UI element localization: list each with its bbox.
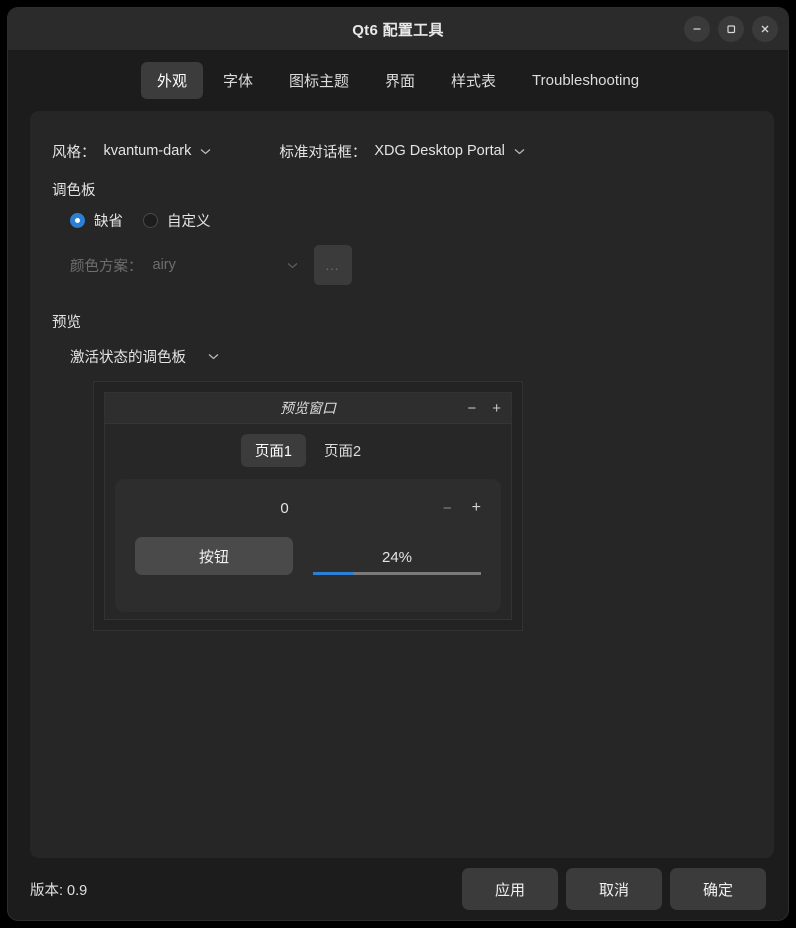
color-scheme-row: 颜色方案： airy ...	[70, 245, 774, 285]
appearance-panel: 风格： kvantum-dark 标准对话框： XDG Desktop Port…	[30, 111, 774, 858]
cancel-button[interactable]: 取消	[566, 868, 662, 910]
dialog-value: XDG Desktop Portal	[374, 143, 505, 159]
color-scheme-combobox[interactable]: airy	[153, 257, 298, 273]
spinbox-buttons: − +	[443, 500, 481, 516]
style-combobox[interactable]: kvantum-dark	[102, 141, 214, 161]
preview-progressbar: 24%	[313, 537, 481, 575]
preview-subwindow-body: 页面1 页面2 0 − + 按钮 24%	[105, 424, 511, 624]
spinbox-decrement-button[interactable]: −	[443, 501, 452, 516]
close-button[interactable]	[752, 16, 778, 42]
window-controls	[684, 8, 778, 50]
spinbox-increment-button[interactable]: +	[472, 500, 481, 516]
color-scheme-browse-button[interactable]: ...	[313, 245, 352, 285]
close-icon	[761, 25, 769, 33]
preview-subwindow-controls: − +	[467, 401, 501, 416]
preview-push-button[interactable]: 按钮	[135, 537, 293, 575]
palette-section-label: 调色板	[52, 183, 96, 199]
preview-section-label: 预览	[52, 315, 81, 331]
tab-interface[interactable]: 界面	[369, 62, 431, 99]
progress-fill	[313, 572, 354, 575]
style-row: 风格： kvantum-dark 标准对话框： XDG Desktop Port…	[52, 137, 774, 165]
appearance-form: 风格： kvantum-dark 标准对话框： XDG Desktop Port…	[30, 111, 774, 631]
tab-troubleshooting[interactable]: Troubleshooting	[516, 64, 655, 97]
footer-buttons: 应用 取消 确定	[462, 868, 766, 910]
radio-custom-label: 自定义	[167, 214, 211, 230]
minimize-button[interactable]	[684, 16, 710, 42]
dialog-label: 标准对话框：	[279, 144, 367, 161]
chevron-down-icon	[514, 148, 525, 154]
dialog-combobox[interactable]: XDG Desktop Portal	[372, 141, 527, 161]
palette-state-combobox[interactable]: 激活状态的调色板	[70, 346, 219, 367]
preview-subwindow-titlebar: 预览窗口 − +	[105, 393, 511, 424]
preview-mdi-area: 预览窗口 − + 页面1 页面2 0 − + 按钮 24%	[93, 381, 523, 631]
window-title: Qt6 配置工具	[352, 21, 444, 39]
main-tabbar: 外观 字体 图标主题 界面 样式表 Troubleshooting	[8, 51, 788, 111]
radio-default[interactable]: 缺省	[70, 210, 123, 231]
preview-button-progress-row: 按钮 24%	[135, 537, 481, 575]
color-scheme-label: 颜色方案：	[70, 258, 143, 275]
radio-custom[interactable]: 自定义	[143, 210, 211, 231]
preview-tab-page2[interactable]: 页面2	[310, 434, 375, 467]
preview-subwindow: 预览窗口 − + 页面1 页面2 0 − + 按钮 24%	[104, 392, 512, 620]
style-value: kvantum-dark	[103, 143, 192, 159]
tab-stylesheet[interactable]: 样式表	[435, 62, 512, 99]
chevron-down-icon	[208, 354, 219, 360]
preview-minimize-button[interactable]: −	[467, 401, 476, 416]
minimize-icon	[693, 28, 701, 30]
palette-radio-group: 缺省 自定义	[70, 210, 774, 231]
version-label: 版本: 0.9	[30, 882, 88, 899]
qt-config-window: Qt6 配置工具 外观 字体 图标主题 界面 样式表 Troubleshooti…	[8, 8, 788, 920]
maximize-button[interactable]	[718, 16, 744, 42]
maximize-icon	[727, 25, 736, 34]
apply-button[interactable]: 应用	[462, 868, 558, 910]
chevron-down-icon	[200, 148, 211, 154]
preview-subwindow-title: 预览窗口	[280, 400, 336, 416]
progress-track	[313, 572, 481, 575]
palette-state-value: 激活状态的调色板	[70, 350, 186, 366]
footer-bar: 版本: 0.9 应用 取消 确定	[8, 858, 788, 920]
color-scheme-value: airy	[152, 257, 176, 273]
progress-value-label: 24%	[381, 549, 413, 566]
radio-default-label: 缺省	[94, 214, 123, 230]
preview-tabbar: 页面1 页面2	[115, 434, 501, 467]
preview-tab-page1[interactable]: 页面1	[240, 434, 306, 467]
titlebar: Qt6 配置工具	[8, 8, 788, 51]
preview-spinbox[interactable]: 0 − +	[135, 497, 481, 519]
spinbox-value: 0	[280, 499, 289, 517]
chevron-down-icon	[287, 262, 297, 268]
tab-icon-theme[interactable]: 图标主题	[273, 62, 365, 99]
tab-appearance[interactable]: 外观	[140, 61, 203, 99]
preview-widgets-frame: 0 − + 按钮 24%	[115, 479, 501, 612]
style-label: 风格：	[52, 144, 96, 161]
radio-custom-mark	[143, 213, 158, 228]
radio-default-mark	[70, 213, 85, 228]
preview-maximize-button[interactable]: +	[492, 401, 501, 416]
ok-button[interactable]: 确定	[670, 868, 766, 910]
tab-fonts[interactable]: 字体	[207, 62, 269, 99]
